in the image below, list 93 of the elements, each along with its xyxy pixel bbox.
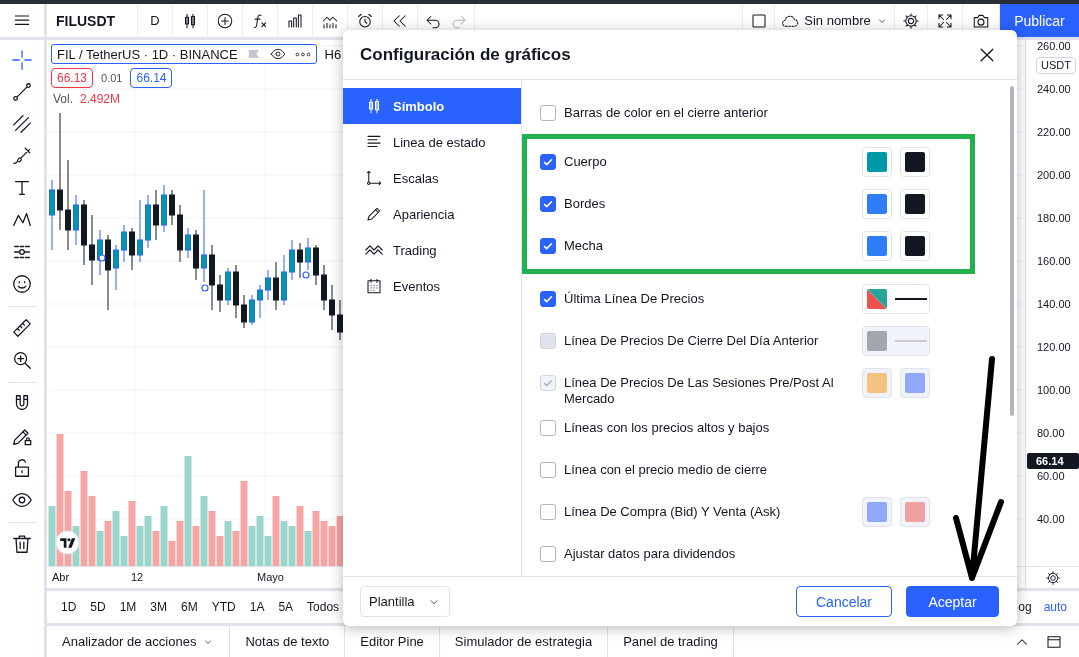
ruler-icon[interactable] xyxy=(11,317,33,339)
option-label: Línea con el precio medio de cierre xyxy=(564,462,768,478)
price-label: 240.00 xyxy=(1037,83,1071,95)
time-label: Mayo xyxy=(257,571,284,583)
option-label: Bordes xyxy=(564,196,606,212)
buy-price-button[interactable]: 66.14 xyxy=(130,68,173,88)
option-label: Línea De Compra (Bid) Y Venta (Ask) xyxy=(564,504,781,520)
checkbox[interactable] xyxy=(540,154,556,170)
confirm-button[interactable]: Aceptar xyxy=(906,586,999,617)
time-range-button[interactable]: 1A xyxy=(245,597,269,617)
line-style-icon xyxy=(895,340,927,342)
trash-icon[interactable] xyxy=(11,533,33,555)
option-label: Líneas con los precios altos y bajos xyxy=(564,420,770,436)
spread-value: 0.01 xyxy=(101,72,123,84)
time-range-button[interactable]: 1D xyxy=(57,597,81,617)
option-label: Última Línea De Precios xyxy=(564,291,705,307)
calendar-icon xyxy=(365,277,383,295)
settings-tab[interactable]: Apariencia xyxy=(343,196,521,232)
price-label: 180.00 xyxy=(1037,212,1071,224)
price-label: 200.00 xyxy=(1037,169,1071,181)
option-label: Línea De Precios De Las Sesiones Pre/Post Al Mercado xyxy=(564,375,835,407)
time-range-button[interactable]: 1M xyxy=(115,597,141,617)
more-icon[interactable] xyxy=(294,51,311,57)
settings-tab[interactable]: Escalas xyxy=(343,160,521,196)
checkbox[interactable] xyxy=(540,504,556,520)
checkbox[interactable] xyxy=(540,196,556,212)
smiley-icon[interactable] xyxy=(11,273,33,295)
time-range-button[interactable]: YTD xyxy=(207,597,240,617)
trend-line-icon[interactable] xyxy=(11,81,33,103)
pencil-icon xyxy=(365,205,383,223)
ohlc-value: H6 xyxy=(324,46,342,62)
time-range-button[interactable]: 5A xyxy=(274,597,298,617)
crosshair-icon[interactable] xyxy=(11,49,33,71)
settings-tab[interactable]: Linea de estado xyxy=(343,124,521,160)
last-price-badge: 66.14 xyxy=(1027,453,1079,469)
price-label: 80.00 xyxy=(1037,427,1065,439)
settings-tab[interactable]: Trading xyxy=(343,232,521,268)
price-label: 220.00 xyxy=(1037,126,1071,138)
logo-icon[interactable] xyxy=(55,530,80,555)
layout-square-icon[interactable] xyxy=(749,11,768,30)
dialog-title: Configuración de gráficos xyxy=(360,44,571,65)
volume-label: Vol. xyxy=(53,92,73,106)
line-color-button[interactable] xyxy=(862,284,930,314)
time-label: 12 xyxy=(131,571,144,583)
currency-badge[interactable]: USDT xyxy=(1036,57,1076,74)
zoom-in-icon[interactable] xyxy=(11,349,33,371)
publish-button[interactable]: Publicar xyxy=(1000,4,1079,37)
cancel-button[interactable]: Cancelar xyxy=(796,586,892,617)
option-label: Ajustar datos para dividendos xyxy=(564,546,736,562)
checkbox[interactable] xyxy=(540,238,556,254)
line-style-icon xyxy=(895,298,927,300)
checkbox[interactable] xyxy=(540,291,556,307)
checkbox[interactable] xyxy=(540,462,556,478)
price-label: 140.00 xyxy=(1037,298,1071,310)
option-label: Mecha xyxy=(564,238,604,254)
layout-name[interactable]: Sin nombre xyxy=(804,13,871,28)
settings-icon[interactable] xyxy=(1044,569,1061,586)
price-label: 60.00 xyxy=(1037,470,1065,482)
checkbox[interactable] xyxy=(540,105,556,121)
parallel-lines-icon[interactable] xyxy=(11,113,33,135)
sell-price-button[interactable]: 66.13 xyxy=(51,68,94,88)
settings-tab[interactable]: Símbolo xyxy=(343,88,521,124)
fullscreen-icon[interactable] xyxy=(936,11,954,30)
price-label: 260.00 xyxy=(1037,40,1071,52)
time-range-button[interactable]: Todos xyxy=(303,597,344,617)
checkbox[interactable] xyxy=(540,420,556,436)
scale-mode-button[interactable]: auto xyxy=(1039,597,1071,617)
eye-icon[interactable] xyxy=(269,46,286,62)
price-label: 160.00 xyxy=(1037,255,1071,267)
bar-chart-icon[interactable] xyxy=(286,11,304,30)
time-label: Abr xyxy=(52,571,70,583)
time-range-button[interactable]: 5D xyxy=(86,597,110,617)
symbol-legend[interactable]: FIL / TetherUS · 1D · BINANCE xyxy=(51,44,317,64)
symbol-title: FIL / TetherUS · 1D · BINANCE xyxy=(57,46,238,62)
brush-icon[interactable] xyxy=(11,145,33,167)
alarm-clock-icon[interactable] xyxy=(356,11,374,30)
template-dropdown[interactable]: Plantilla xyxy=(360,586,450,617)
option-label: Cuerpo xyxy=(564,154,607,170)
checkbox[interactable] xyxy=(540,546,556,562)
price-label: 120.00 xyxy=(1037,341,1071,353)
volume-value: 2.492M xyxy=(80,92,121,106)
zigzag-icon xyxy=(365,245,383,255)
time-range-button[interactable]: 6M xyxy=(177,597,202,617)
option-label: Línea De Precios De Cierre Del Día Anterior xyxy=(564,333,819,349)
price-label: 40.00 xyxy=(1037,513,1065,525)
settings-icon[interactable] xyxy=(902,11,920,30)
option-label: Barras de color en el cierre anterior xyxy=(564,105,768,121)
settings-tab[interactable]: Eventos xyxy=(343,268,521,304)
price-label: 100.00 xyxy=(1037,384,1071,396)
time-range-button[interactable]: 3M xyxy=(146,597,172,617)
axes-icon xyxy=(365,169,383,187)
scrollbar[interactable] xyxy=(1010,86,1014,416)
scale-mode-button[interactable]: og xyxy=(1014,597,1036,617)
